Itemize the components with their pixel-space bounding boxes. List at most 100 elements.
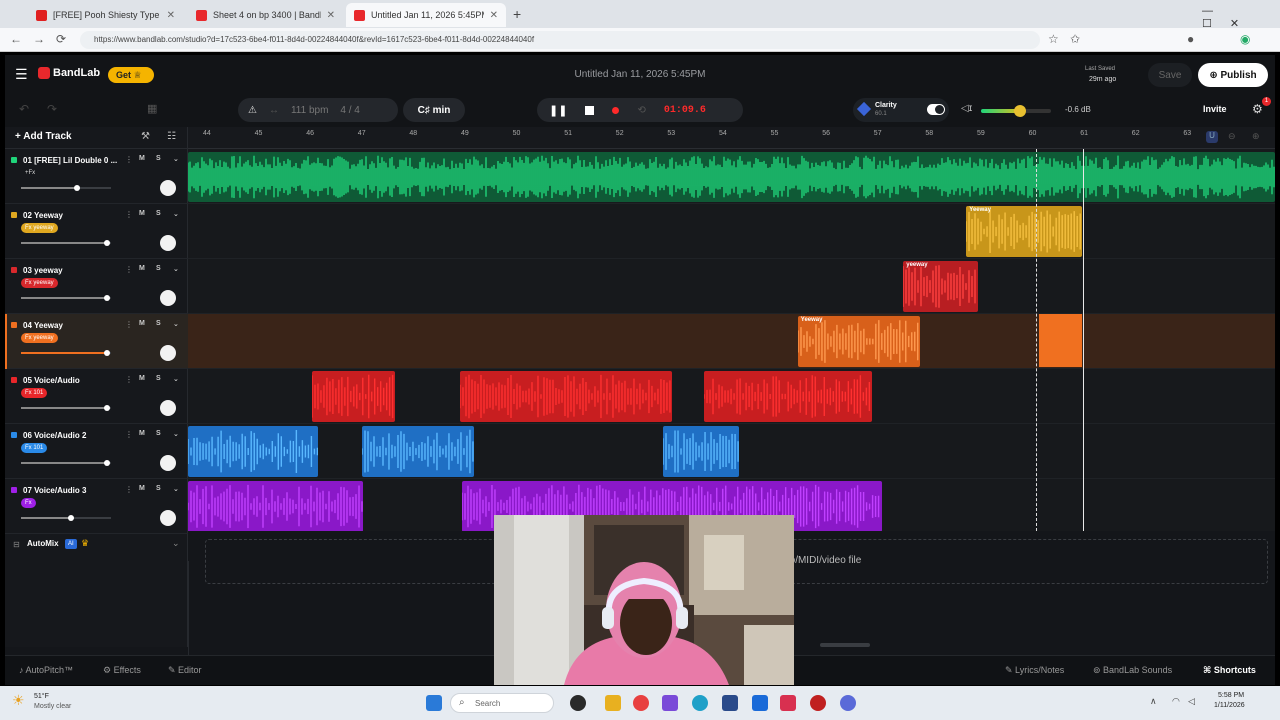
taskbar-search[interactable]: ⌕ Search bbox=[450, 693, 554, 713]
track-fx-badge[interactable]: Fx yeeway bbox=[21, 333, 58, 343]
edge-icon[interactable] bbox=[692, 695, 708, 711]
track-volume-slider[interactable] bbox=[21, 295, 111, 301]
add-track-button[interactable]: + Add Track bbox=[15, 131, 72, 142]
record-icon[interactable] bbox=[612, 106, 620, 114]
track-header[interactable]: 01 [FREE] Lil Double 0 ... +Fx ⋮ M S ⌄ bbox=[5, 149, 188, 204]
mute-button[interactable]: M bbox=[139, 430, 145, 437]
solo-button[interactable]: S bbox=[156, 430, 161, 437]
project-title[interactable]: Untitled Jan 11, 2026 5:45PM bbox=[545, 69, 735, 80]
audio-region[interactable] bbox=[459, 371, 672, 422]
media-icon[interactable] bbox=[780, 695, 796, 711]
track-volume-slider[interactable] bbox=[21, 460, 111, 466]
pan-knob[interactable] bbox=[160, 400, 176, 416]
chevron-down-icon[interactable]: ⌄ bbox=[172, 538, 180, 549]
playhead[interactable] bbox=[1083, 149, 1084, 531]
music-icon[interactable] bbox=[810, 695, 826, 711]
track-menu-icon[interactable]: ⋮ bbox=[125, 430, 133, 439]
track-menu-icon[interactable]: ⋮ bbox=[125, 265, 133, 274]
solo-button[interactable]: S bbox=[156, 210, 161, 217]
track-menu-icon[interactable]: ⋮ bbox=[125, 320, 133, 329]
undo-icon[interactable]: ↶ bbox=[19, 102, 29, 116]
timeline-ruler[interactable]: 44 45 46 47 48 49 50 51 52 53 54 55 56 57 58 59 60 61 62 63… bbox=[188, 127, 1275, 149]
automix-label[interactable]: AutoMix bbox=[27, 539, 59, 548]
zoom-in-icon[interactable]: ⊕ bbox=[1252, 131, 1260, 142]
master-volume-slider[interactable] bbox=[981, 105, 1051, 117]
track-fx-badge[interactable]: Fx 101 bbox=[21, 443, 48, 453]
track-menu-icon[interactable]: ⋮ bbox=[125, 485, 133, 494]
track-header[interactable]: 05 Voice/Audio Fx 101 ⋮ M S ⌄ bbox=[5, 369, 188, 424]
outlook-icon[interactable] bbox=[752, 695, 768, 711]
file-explorer-icon[interactable] bbox=[605, 695, 621, 711]
clarity-switch[interactable] bbox=[927, 104, 945, 115]
widgets-icon[interactable] bbox=[570, 695, 586, 711]
windows-start-icon[interactable] bbox=[426, 695, 442, 711]
browser-tab[interactable]: [FREE] Pooh Shiesty Type Beat - '... ✕ bbox=[28, 3, 183, 27]
track-name[interactable]: 02 Yeeway bbox=[23, 211, 123, 220]
profile-icon[interactable]: ● bbox=[1187, 32, 1194, 46]
selected-region-highlight[interactable] bbox=[1039, 314, 1082, 367]
pan-knob[interactable] bbox=[160, 455, 176, 471]
refresh-icon[interactable]: ⟳ bbox=[56, 32, 66, 46]
clock-time[interactable]: 5:58 PM bbox=[1218, 692, 1244, 699]
horizontal-scrollbar[interactable] bbox=[820, 643, 870, 647]
pan-knob[interactable] bbox=[160, 345, 176, 361]
mixer-icon[interactable]: ☷ bbox=[167, 131, 176, 142]
track-name[interactable]: 05 Voice/Audio bbox=[23, 376, 123, 385]
track-header[interactable]: 06 Voice/Audio 2 Fx 101 ⋮ M S ⌄ bbox=[5, 424, 188, 479]
app-icon[interactable] bbox=[662, 695, 678, 711]
time-signature[interactable]: 4 / 4 bbox=[340, 105, 359, 116]
audio-region[interactable] bbox=[704, 371, 872, 422]
audio-region[interactable] bbox=[188, 152, 1275, 202]
volume-icon[interactable]: ◁ bbox=[1188, 696, 1195, 707]
track-volume-slider[interactable] bbox=[21, 240, 111, 246]
close-tab-icon[interactable]: ✕ bbox=[327, 10, 335, 21]
pause-icon[interactable]: ❚❚ bbox=[549, 104, 567, 117]
track-lane[interactable] bbox=[188, 204, 1275, 259]
favorites-icon[interactable]: ✩ bbox=[1070, 32, 1080, 46]
discord-icon[interactable] bbox=[840, 695, 856, 711]
lyrics-button[interactable]: ✎ Lyrics/Notes bbox=[1005, 665, 1064, 676]
redo-icon[interactable]: ↷ bbox=[47, 102, 57, 116]
shortcuts-button[interactable]: ⌘ Shortcuts bbox=[1203, 665, 1256, 676]
menu-icon[interactable]: ☰ bbox=[15, 66, 28, 83]
track-volume-slider[interactable] bbox=[21, 405, 111, 411]
speaker-icon[interactable]: ◁ɪ bbox=[961, 103, 972, 114]
track-name[interactable]: 07 Voice/Audio 3 bbox=[23, 486, 123, 495]
browser-tab[interactable]: Sheet 4 on bp 3400 | BandLab ✕ bbox=[188, 3, 343, 27]
audio-region[interactable]: yeeway bbox=[903, 261, 979, 312]
solo-button[interactable]: S bbox=[156, 375, 161, 382]
track-fx-badge[interactable]: +Fx bbox=[21, 168, 39, 178]
audio-region[interactable] bbox=[663, 426, 740, 477]
publish-button[interactable]: ⊕ Publish bbox=[1198, 63, 1268, 87]
forward-icon[interactable]: → bbox=[33, 32, 45, 46]
weather-icon[interactable]: ☀ bbox=[12, 692, 25, 709]
track-volume-slider[interactable] bbox=[21, 515, 111, 521]
audio-region[interactable] bbox=[188, 481, 363, 531]
wifi-icon[interactable]: ◠ bbox=[1172, 696, 1180, 707]
solo-button[interactable]: S bbox=[156, 265, 161, 272]
wrench-icon[interactable]: ⚒ bbox=[141, 131, 150, 142]
notifications-icon[interactable]: ⚙ bbox=[1252, 102, 1263, 116]
chevron-down-icon[interactable]: ⌄ bbox=[173, 320, 179, 328]
track-fx-badge[interactable]: Fx yeeway bbox=[21, 223, 58, 233]
copilot-icon[interactable]: ◉ bbox=[1240, 32, 1250, 46]
grid-icon[interactable]: ▦ bbox=[147, 102, 157, 115]
audio-region[interactable]: Yeeway bbox=[966, 206, 1082, 257]
track-header[interactable]: 04 Yeeway Fx yeeway ⋮ M S ⌄ bbox=[5, 314, 188, 369]
mute-button[interactable]: M bbox=[139, 485, 145, 492]
tap-icon[interactable]: ↔ bbox=[269, 105, 279, 116]
chevron-down-icon[interactable]: ⌄ bbox=[173, 210, 179, 218]
close-tab-icon[interactable]: ✕ bbox=[490, 10, 498, 21]
arrangement-lanes[interactable]: Yeeway yeeway Yeeway bbox=[188, 149, 1275, 531]
track-fx-badge[interactable]: Fx yeeway bbox=[21, 278, 58, 288]
solo-button[interactable]: S bbox=[156, 320, 161, 327]
audio-region[interactable]: Yeeway bbox=[797, 316, 920, 367]
new-tab-button[interactable]: + bbox=[513, 6, 521, 22]
browser-tab-active[interactable]: Untitled Jan 11, 2026 5:45PM ✕ bbox=[346, 3, 506, 27]
back-icon[interactable]: ← bbox=[10, 32, 22, 46]
solo-button[interactable]: S bbox=[156, 485, 161, 492]
chevron-down-icon[interactable]: ⌄ bbox=[173, 485, 179, 493]
extensions-icon[interactable]: ☆ bbox=[1048, 32, 1059, 46]
mute-button[interactable]: M bbox=[139, 320, 145, 327]
track-name[interactable]: 04 Yeeway bbox=[23, 321, 123, 330]
